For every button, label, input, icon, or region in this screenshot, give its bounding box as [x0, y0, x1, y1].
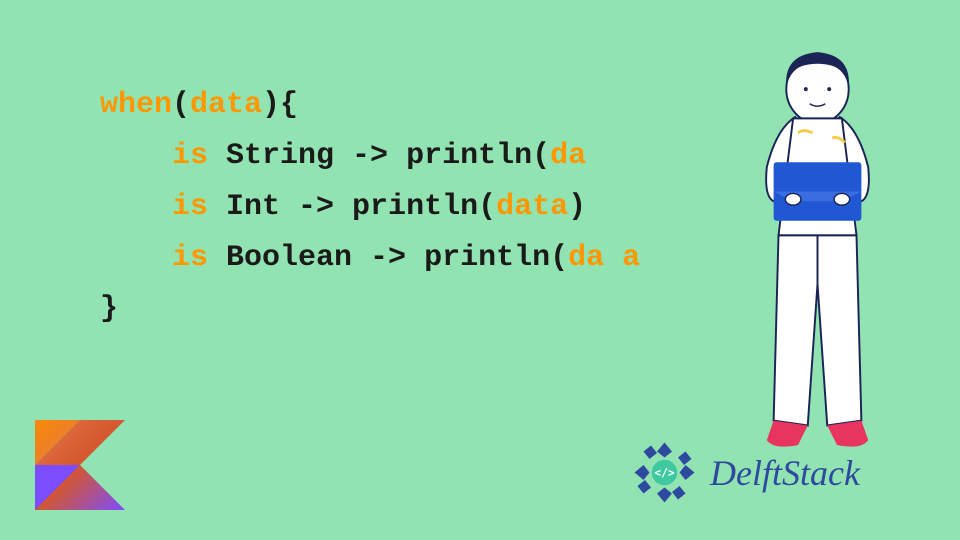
code-line-2: is String -> println(da — [100, 131, 640, 182]
paren: ( — [172, 88, 190, 122]
indent — [100, 139, 172, 173]
code-line-5: } — [100, 284, 640, 335]
code-line-4: is Boolean -> println(da a — [100, 233, 640, 284]
code-block: when(data){ is String -> println(da is I… — [100, 80, 640, 335]
keyword-is: is — [172, 190, 208, 224]
keyword-data: data — [190, 88, 262, 122]
keyword-data: data — [496, 190, 568, 224]
svg-text:</>: </> — [654, 466, 675, 479]
indent — [100, 241, 172, 275]
keyword-data: da — [550, 139, 586, 173]
keyword-data: da a — [568, 241, 640, 275]
brand-container: </> DelftStack — [627, 435, 860, 510]
code-text: Int -> println( — [208, 190, 496, 224]
kotlin-logo-icon — [35, 420, 125, 510]
paren-brace: ){ — [262, 88, 298, 122]
delftstack-logo-icon: </> — [627, 435, 702, 510]
paren-close: ) — [568, 190, 586, 224]
brace-close: } — [100, 292, 118, 326]
code-line-1: when(data){ — [100, 80, 640, 131]
code-text: String -> println( — [208, 139, 550, 173]
person-with-laptop-icon — [720, 40, 915, 460]
brand-name: DelftStack — [710, 452, 860, 494]
keyword-is: is — [172, 241, 208, 275]
code-text: Boolean -> println( — [208, 241, 568, 275]
keyword-is: is — [172, 139, 208, 173]
code-line-3: is Int -> println(data) — [100, 182, 640, 233]
keyword-when: when — [100, 88, 172, 122]
indent — [100, 190, 172, 224]
